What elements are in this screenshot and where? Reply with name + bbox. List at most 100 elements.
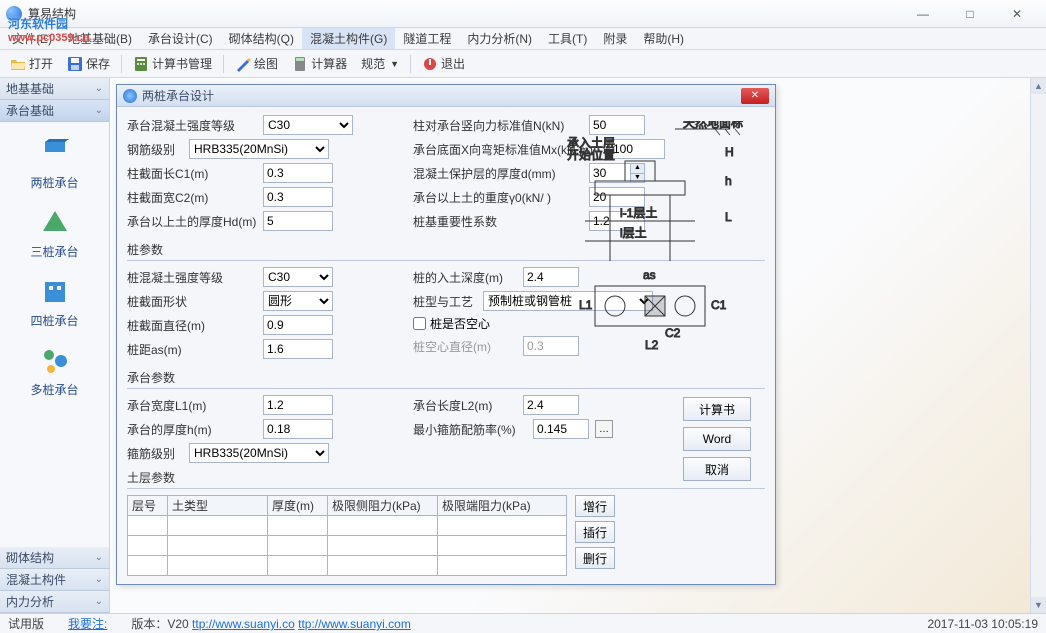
svg-text:H: H [725, 145, 734, 159]
btn-add-row[interactable]: 增行 [575, 495, 615, 517]
inp-l2[interactable] [523, 395, 579, 415]
sel-pile-concrete[interactable]: C30 [263, 267, 333, 287]
btn-calc[interactable]: 计算书 [683, 397, 751, 421]
chevron-icon: ⌄ [95, 574, 103, 585]
sel-pile-shape[interactable]: 圆形 [263, 291, 333, 311]
sb-section-cap[interactable]: 承台基础⌄ [0, 100, 109, 122]
dialog-close-button[interactable]: ✕ [741, 88, 769, 104]
tb-open[interactable]: 打开 [4, 53, 59, 74]
menu-tunnel[interactable]: 隧道工程 [395, 28, 459, 49]
svg-text:L2: L2 [645, 338, 659, 351]
exit-icon [422, 56, 438, 72]
lbl-h: 承台的厚度h(m) [127, 421, 257, 438]
inp-l1[interactable] [263, 395, 333, 415]
table-row[interactable] [128, 516, 567, 536]
lbl-rho: 最小箍筋配筋率(%) [413, 421, 527, 438]
status-trial: 试用版 [8, 615, 44, 632]
svg-text:开始位置: 开始位置 [567, 147, 615, 162]
lbl-gamma0: 承台以上土的重度γ0(kN/ ) [413, 189, 583, 206]
inp-pile-dia[interactable] [263, 315, 333, 335]
btn-rho-more[interactable]: … [595, 420, 613, 438]
status-version: 版本：V20 ttp://www.suanyi.co ttp://www.sua… [131, 615, 410, 632]
svg-text:C1: C1 [711, 298, 727, 312]
btn-word[interactable]: Word [683, 427, 751, 451]
tb-save[interactable]: 保存 [61, 53, 116, 74]
menu-foundation[interactable]: 地基基础(B) [60, 28, 140, 49]
lbl-concrete-grade: 承台混凝土强度等级 [127, 117, 257, 134]
minimize-button[interactable]: — [900, 3, 946, 25]
th-side: 极限侧阻力(kPa) [328, 496, 438, 516]
inp-hd[interactable] [263, 211, 333, 231]
scroll-up[interactable]: ▲ [1031, 78, 1046, 94]
sidebar-item-pile2[interactable]: 两桩承台 [0, 130, 109, 199]
lbl-pile-type: 桩型与工艺 [413, 293, 477, 310]
sel-concrete-grade[interactable]: C30 [263, 115, 353, 135]
lbl-hd: 承台以上土的厚度Hd(m) [127, 213, 257, 230]
lbl-n: 柱对承台竖向力标准值N(kN) [413, 117, 583, 134]
btn-cancel[interactable]: 取消 [683, 457, 751, 481]
svg-text:i层土: i层土 [620, 226, 647, 240]
menu-concrete[interactable]: 混凝土构件(G) [302, 28, 395, 49]
menu-appendix[interactable]: 附录 [595, 28, 635, 49]
lbl-hollow: 桩是否空心 [430, 315, 490, 332]
svg-text:as: as [643, 268, 656, 282]
close-button[interactable]: ✕ [994, 3, 1040, 25]
lbl-pile-dia: 桩截面直径(m) [127, 317, 257, 334]
status-url1[interactable]: ttp://www.suanyi.co [192, 617, 295, 631]
btn-insert-row[interactable]: 插行 [575, 521, 615, 543]
inp-c2[interactable] [263, 187, 333, 207]
scroll-down[interactable]: ▼ [1031, 597, 1046, 613]
sb-section-masonry[interactable]: 砌体结构⌄ [0, 547, 109, 569]
titlebar: 算易结构 — □ ✕ [0, 0, 1046, 28]
svg-text:i-1层土: i-1层土 [620, 206, 657, 220]
tb-draw[interactable]: 绘图 [229, 53, 284, 74]
lbl-c1: 柱截面长C1(m) [127, 165, 257, 182]
inp-rho[interactable] [533, 419, 589, 439]
save-icon [67, 56, 83, 72]
tb-exit[interactable]: 退出 [416, 53, 471, 74]
btn-del-row[interactable]: 删行 [575, 547, 615, 569]
tb-calc-manage[interactable]: 计算书管理 [127, 53, 218, 74]
tb-calculator[interactable]: 计算器 [286, 53, 353, 74]
chevron-icon: ⌄ [95, 105, 103, 116]
cap-diagram: 天然地面标 承入土层 开始位置 i-1层土 i层土 H h L [565, 121, 745, 351]
menubar: 文件(E) 地基基础(B) 承台设计(C) 砌体结构(Q) 混凝土构件(G) 隧… [0, 28, 1046, 50]
sb-section-foundation[interactable]: 地基基础⌄ [0, 78, 109, 100]
inp-pile-as[interactable] [263, 339, 333, 359]
group-cap: 承台参数 [127, 369, 765, 386]
lbl-hollow-dia: 桩空心直径(m) [413, 338, 517, 355]
lbl-pile-as: 桩距as(m) [127, 341, 257, 358]
inp-c1[interactable] [263, 163, 333, 183]
sb-section-force[interactable]: 内力分析⌄ [0, 591, 109, 613]
svg-text:h: h [725, 174, 732, 188]
sidebar-item-pilemulti[interactable]: 多桩承台 [0, 337, 109, 406]
chk-hollow[interactable] [413, 317, 426, 330]
maximize-button[interactable]: □ [947, 3, 993, 25]
svg-text:C2: C2 [665, 326, 681, 340]
vertical-scrollbar[interactable]: ▲ ▼ [1030, 78, 1046, 613]
status-register-link[interactable]: 我要注: [68, 617, 107, 631]
menu-tools[interactable]: 工具(T) [540, 28, 595, 49]
menu-file[interactable]: 文件(E) [4, 28, 60, 49]
sel-stirrup[interactable]: HRB335(20MnSi) [189, 443, 329, 463]
tb-spec[interactable]: 规范▼ [355, 53, 405, 74]
table-row[interactable] [128, 556, 567, 576]
soil-table[interactable]: 层号 土类型 厚度(m) 极限侧阻力(kPa) 极限端阻力(kPa) [127, 495, 567, 576]
sidebar: 地基基础⌄ 承台基础⌄ 两桩承台 三桩承台 四桩承台 多桩承台 砌体结构⌄ 混凝… [0, 78, 110, 613]
sel-rebar-grade[interactable]: HRB335(20MnSi) [189, 139, 329, 159]
lbl-c2: 柱截面宽C2(m) [127, 189, 257, 206]
menu-masonry[interactable]: 砌体结构(Q) [221, 28, 302, 49]
sidebar-item-pile3[interactable]: 三桩承台 [0, 199, 109, 268]
inp-h[interactable] [263, 419, 333, 439]
menu-help[interactable]: 帮助(H) [635, 28, 692, 49]
window-title: 算易结构 [28, 5, 900, 22]
status-url2[interactable]: ttp://www.suanyi.com [298, 617, 411, 631]
menu-cap-design[interactable]: 承台设计(C) [140, 28, 221, 49]
menu-force[interactable]: 内力分析(N) [459, 28, 540, 49]
lbl-pile-shape: 桩截面形状 [127, 293, 257, 310]
calc-manage-icon [133, 56, 149, 72]
sb-section-concrete[interactable]: 混凝土构件⌄ [0, 569, 109, 591]
lbl-d: 混凝土保护层的厚度d(mm) [413, 165, 583, 182]
sidebar-item-pile4[interactable]: 四桩承台 [0, 268, 109, 337]
table-row[interactable] [128, 536, 567, 556]
